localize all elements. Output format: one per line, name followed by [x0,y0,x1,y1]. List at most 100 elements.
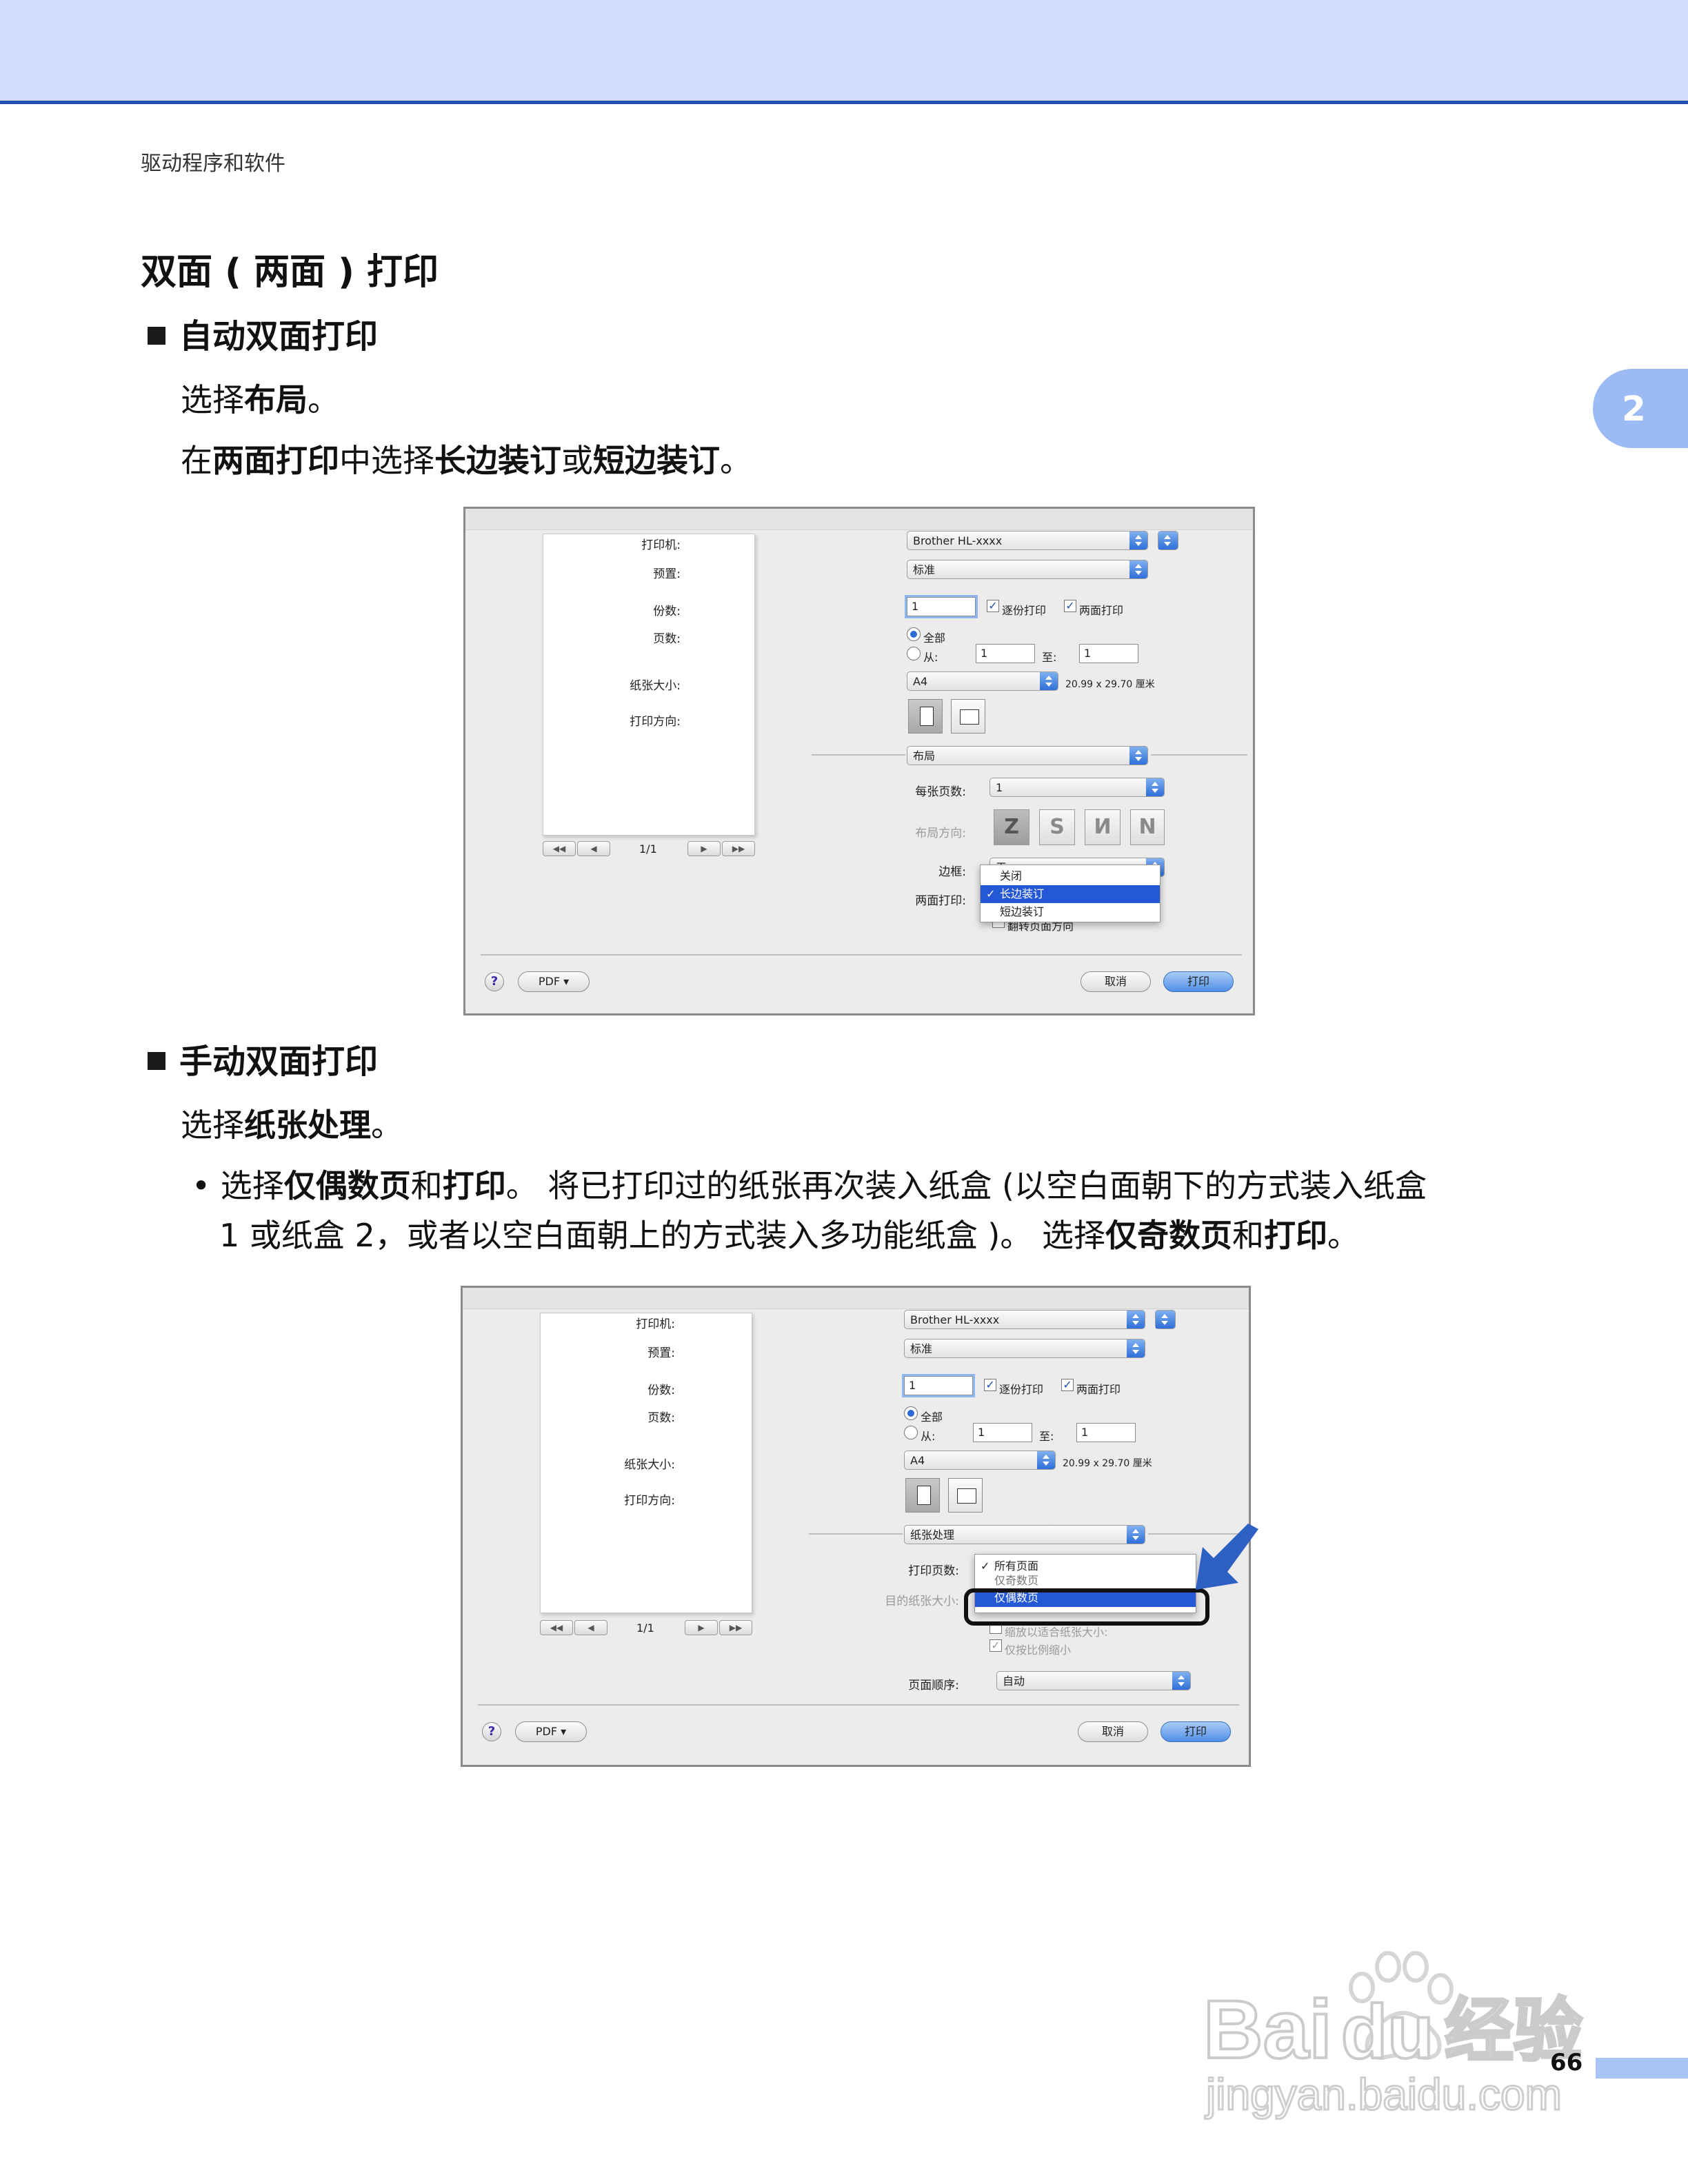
manual-duplex-heading: 手动双面打印 [148,1034,378,1082]
printer-label: 打印机: [636,1317,675,1331]
landscape-icon [960,709,979,725]
next-page-button[interactable]: ▶ [687,841,721,856]
page-number: 66 [1550,2049,1583,2076]
popup-arrows-icon [1146,778,1164,796]
prev-page-button[interactable]: ◀ [574,1620,607,1635]
first-page-button[interactable]: ◀◀ [543,841,576,856]
last-page-button[interactable]: ▶▶ [719,1620,752,1635]
from-input[interactable]: 1 [973,1423,1032,1442]
popup-arrows-icon [1040,672,1058,690]
menu-item-long-edge[interactable]: ✓ 长边装订 [981,885,1160,903]
last-page-button[interactable]: ▶▶ [722,841,755,856]
auto-duplex-heading-text: 自动双面打印 [179,317,379,356]
page-indicator: 1/1 [639,842,657,856]
scale-down-only-checkbox[interactable]: ✓ [989,1639,1002,1652]
collate-checkbox[interactable]: ✓ [984,1379,996,1391]
paper-size-label: 纸张大小: [630,679,681,693]
checkmark-icon: ✓ [981,1559,990,1573]
manual-step-1: 选择纸张处理。 [181,1100,403,1146]
print-button[interactable]: 打印 [1163,971,1234,992]
baidu-jingyan-watermark-logo: Bai du 经验 jingyan.baidu.com [1202,1951,1584,2121]
popup-arrows-icon [1129,532,1147,549]
first-page-button[interactable]: ◀◀ [540,1620,573,1635]
copies-label: 份数: [647,1384,675,1397]
layout-n-button[interactable]: N [1130,809,1165,845]
pages-from-label: 从: [921,1430,936,1443]
print-dialog-layout: ◀◀ ◀ 1/1 ▶ ▶▶ 打印机: Brother HL-xxxx 预置: 标… [463,507,1255,1015]
printer-popup[interactable]: Brother HL-xxxx [904,1310,1145,1329]
layout-s-button[interactable]: S [1039,809,1075,845]
portrait-button[interactable] [908,699,943,734]
section-popup[interactable]: 纸张处理 [904,1525,1145,1544]
disclosure-button[interactable] [1158,531,1178,550]
copies-input[interactable]: 1 [907,597,976,616]
two-sided-label: 两面打印 [1076,1383,1121,1396]
toolbar-strip [465,509,1253,530]
checkmark-icon: ✓ [986,887,996,900]
manual-bullet-line-2: 1 或纸盒 2，或者以空白面朝上的方式装入多功能纸盒 )。 选择仅奇数页和打印。 [219,1211,1359,1256]
popup-arrows-icon [1037,1451,1055,1469]
bold-term: 短边装订 [593,442,720,479]
landscape-icon [957,1488,976,1504]
prev-page-button[interactable]: ◀ [577,841,610,856]
menu-item-all-pages[interactable]: ✓ 所有页面 [975,1557,1196,1575]
auto-step-1: 选择布局。 [181,375,339,421]
text: 在 [181,442,212,479]
two-sided-setting-label: 两面打印: [915,894,966,908]
paper-size-value: A4 [913,675,928,688]
disclosure-button[interactable] [1155,1310,1176,1329]
preset-value: 标准 [910,1342,933,1355]
collate-checkbox[interactable]: ✓ [987,600,999,612]
page-order-popup[interactable]: 自动 [996,1671,1191,1690]
paper-size-popup[interactable]: A4 [904,1450,1056,1470]
preset-popup[interactable]: 标准 [907,560,1148,579]
print-dialog-paper-handling: ◀◀ ◀ 1/1 ▶ ▶▶ 打印机: Brother HL-xxxx 预置: 标… [461,1286,1251,1767]
pages-all-radio[interactable] [907,627,921,641]
layout-n-reverse-button[interactable]: И [1085,809,1121,845]
print-button[interactable]: 打印 [1160,1721,1231,1742]
copies-input[interactable]: 1 [904,1376,973,1395]
portrait-icon [917,1486,931,1505]
square-bullet-icon [148,327,165,345]
pages-per-sheet-label: 每张页数: [915,785,966,799]
two-sided-menu: 关闭 ✓ 长边装订 短边装订 [980,865,1160,922]
cancel-button[interactable]: 取消 [1081,971,1151,992]
portrait-button[interactable] [905,1478,940,1513]
landscape-button[interactable] [951,699,985,734]
to-input[interactable]: 1 [1076,1423,1136,1442]
to-input[interactable]: 1 [1079,644,1138,663]
two-sided-checkbox[interactable]: ✓ [1064,600,1076,612]
menu-item-off[interactable]: 关闭 [981,867,1160,885]
text: 。 将已打印过的纸张再次装入纸盒 (以空白面朝下的方式装入纸盒 [505,1167,1427,1204]
cancel-button[interactable]: 取消 [1078,1721,1148,1742]
bold-term: 长边装订 [434,442,561,479]
menu-item-short-edge[interactable]: 短边装订 [981,903,1160,921]
paper-size-popup[interactable]: A4 [907,671,1058,691]
two-sided-checkbox[interactable]: ✓ [1061,1379,1074,1391]
section-popup[interactable]: 布局 [907,746,1148,765]
menu-item-odd-pages[interactable]: 仅奇数页 [975,1574,1196,1588]
pdf-button[interactable]: PDF ▾ [518,971,590,992]
landscape-button[interactable] [948,1478,983,1513]
help-icon[interactable]: ? [482,1722,501,1741]
text: 选择 [181,381,244,418]
pages-all-radio[interactable] [904,1406,918,1420]
next-page-button[interactable]: ▶ [685,1620,718,1635]
from-input[interactable]: 1 [976,644,1035,663]
help-icon[interactable]: ? [485,972,504,991]
preset-popup[interactable]: 标准 [904,1339,1145,1358]
pages-range-radio[interactable] [907,647,921,660]
text: 。 [308,381,339,418]
text: 和 [410,1167,443,1204]
printer-popup[interactable]: Brother HL-xxxx [907,531,1148,550]
pages-range-radio[interactable] [904,1426,918,1439]
bold-term: 纸张处理 [244,1106,371,1144]
pdf-button[interactable]: PDF ▾ [515,1721,587,1742]
pages-to-print-label: 打印页数: [908,1564,959,1578]
printer-value: Brother HL-xxxx [913,534,1003,547]
pages-per-sheet-popup[interactable]: 1 [989,778,1165,797]
collapse-icon [1158,532,1178,549]
dest-paper-label: 目的纸张大小: [885,1595,959,1608]
layout-z-button[interactable]: Z [994,809,1029,845]
orientation-label: 打印方向: [624,1494,675,1508]
